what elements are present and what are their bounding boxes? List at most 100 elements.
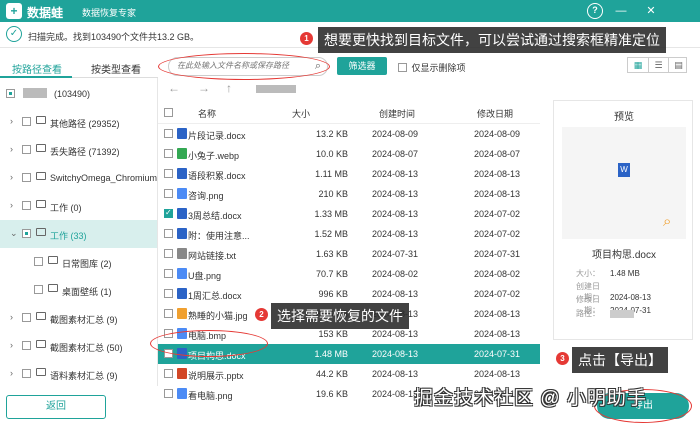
row-checkbox[interactable] (164, 249, 173, 258)
tree-node-label: 桌面壁纸 (1) (62, 287, 112, 297)
table-row[interactable]: 3周总结.docx 1.33 MB 2024-08-13 2024-07-02 (158, 204, 540, 224)
tree-node-checkbox[interactable] (22, 201, 31, 210)
forward-arrow-icon[interactable]: → (198, 81, 210, 95)
tree-node[interactable]: 日常图库 (2) (0, 248, 157, 276)
file-size: 1.52 MB (314, 229, 348, 239)
file-name: 网站链接.txt (188, 251, 237, 261)
filter-button[interactable]: 筛选器 (337, 57, 387, 75)
tree-node-label: 其他路径 (29352) (50, 119, 120, 129)
tree-node[interactable]: 桌面壁纸 (1) (0, 276, 157, 304)
file-modified: 2024-08-13 (474, 189, 521, 199)
table-row[interactable]: 1周汇总.docx 996 KB 2024-08-13 2024-07-02 (158, 284, 540, 304)
tree-node-checkbox[interactable] (6, 89, 15, 98)
pptx-file-icon (177, 368, 187, 379)
row-checkbox[interactable] (164, 389, 173, 398)
tree-node[interactable]: › SwitchyOmega_Chromium (0, 164, 157, 192)
row-checkbox[interactable] (164, 169, 173, 178)
tree-node[interactable]: ⌄ 工作 (33) (0, 220, 157, 248)
expand-arrow-icon[interactable]: › (10, 144, 13, 154)
tree-node[interactable]: › 其他路径 (29352) (0, 108, 157, 136)
row-checkbox[interactable] (164, 189, 173, 198)
up-arrow-icon[interactable]: ↑ (226, 81, 232, 95)
folder-icon (36, 368, 46, 376)
file-name: 说明展示.pptx (188, 371, 244, 381)
tree-node[interactable]: › 丢失路径 (71392) (0, 136, 157, 164)
row-checkbox[interactable] (164, 149, 173, 158)
file-name: 1周汇总.docx (188, 291, 242, 301)
column-modified[interactable]: 修改日期 (477, 107, 513, 120)
close-icon[interactable]: ✕ (643, 3, 659, 19)
column-size[interactable]: 大小 (292, 107, 310, 120)
row-checkbox[interactable] (164, 309, 173, 318)
tree-node[interactable]: › 语料素材汇总 (9) (0, 360, 157, 386)
preview-image: W ⌕ (562, 127, 686, 239)
row-checkbox[interactable] (164, 369, 173, 378)
view-tabs: 按路径查看 按类型查看 (0, 56, 158, 78)
tree-node-checkbox[interactable] (22, 229, 31, 238)
column-created[interactable]: 创建时间 (379, 107, 415, 120)
jpg-file-icon (177, 308, 187, 319)
file-created: 2024-08-09 (372, 129, 419, 139)
preview-size-value: 1.48 MB (610, 269, 640, 278)
table-row[interactable]: 附：使用注意... 1.52 MB 2024-08-13 2024-07-02 (158, 224, 540, 244)
step-2-badge: 2 (255, 308, 268, 321)
tree-node-checkbox[interactable] (34, 285, 43, 294)
row-checkbox[interactable] (164, 269, 173, 278)
folder-icon (48, 256, 58, 264)
tree-node[interactable]: › 工作 (0) (0, 192, 157, 220)
expand-arrow-icon[interactable]: › (10, 200, 13, 210)
tree-node-label: 丢失路径 (71392) (50, 147, 120, 157)
tree-node-checkbox[interactable] (22, 341, 31, 350)
back-arrow-icon[interactable]: ← (168, 81, 180, 95)
row-checkbox[interactable] (164, 208, 173, 218)
help-icon[interactable]: ? (587, 3, 603, 19)
tab-by-type[interactable]: 按类型查看 (91, 61, 141, 76)
grid-view-icon[interactable]: ▦ (628, 58, 648, 72)
folder-icon (36, 312, 46, 320)
tree-node-checkbox[interactable] (34, 257, 43, 266)
select-all-checkbox[interactable] (164, 108, 173, 117)
expand-arrow-icon[interactable]: › (10, 368, 13, 378)
back-button[interactable]: 返回 (6, 395, 106, 419)
expand-arrow-icon[interactable]: › (10, 116, 13, 126)
tree-node[interactable]: › 截图素材汇总 (9) (0, 304, 157, 332)
preview-path-label: 路径： (576, 309, 600, 318)
preview-panel: 预览 W ⌕ 项目构思.docx 大小： 1.48 MB 创建日期： 2024-08… (553, 100, 693, 340)
row-checkbox[interactable] (164, 229, 173, 238)
list-view-icon[interactable]: ☰ (648, 58, 668, 72)
preview-file-name: 项目构思.docx (592, 250, 656, 261)
zoom-magnifier-icon[interactable]: ⌕ (663, 213, 671, 230)
column-name[interactable]: 名称 (198, 107, 216, 120)
tree-node-checkbox[interactable] (22, 173, 31, 182)
expand-arrow-icon[interactable]: › (10, 340, 13, 350)
tree-node[interactable]: (103490) (0, 80, 157, 108)
search-highlight-oval (158, 53, 330, 80)
row-checkbox[interactable] (164, 289, 173, 298)
docx-file-icon (177, 288, 187, 299)
row-checkbox[interactable] (164, 129, 173, 138)
tree-node-checkbox[interactable] (22, 117, 31, 126)
collapse-arrow-icon[interactable]: ⌄ (10, 228, 18, 239)
detail-view-icon[interactable]: ▤ (668, 58, 688, 72)
file-created: 2024-08-13 (372, 369, 419, 379)
table-row[interactable]: 咨询.png 210 KB 2024-08-13 2024-08-13 (158, 184, 540, 204)
table-row[interactable]: U盘.png 70.7 KB 2024-08-02 2024-08-02 (158, 264, 540, 284)
expand-arrow-icon[interactable]: › (10, 312, 13, 322)
table-row[interactable]: 片段记录.docx 13.2 KB 2024-08-09 2024-08-09 (158, 124, 540, 144)
deleted-only-toggle[interactable]: 仅显示删除项 (398, 61, 466, 74)
table-row[interactable]: 小兔子.webp 10.0 KB 2024-08-07 2024-08-07 (158, 144, 540, 164)
folder-icon (36, 144, 46, 152)
table-row[interactable]: 说明展示.pptx 44.2 KB 2024-08-13 2024-08-13 (158, 364, 540, 384)
tree-node[interactable]: › 截图素材汇总 (50) (0, 332, 157, 360)
table-row[interactable]: 语段积累.docx 1.11 MB 2024-08-13 2024-08-13 (158, 164, 540, 184)
tab-by-path[interactable]: 按路径查看 (12, 61, 62, 76)
table-row[interactable]: 网站链接.txt 1.63 KB 2024-07-31 2024-07-31 (158, 244, 540, 264)
deleted-only-checkbox[interactable] (398, 63, 407, 72)
file-created: 2024-08-13 (372, 389, 419, 399)
tree-node-checkbox[interactable] (22, 313, 31, 322)
preview-size-row: 大小： 1.48 MB (562, 268, 640, 279)
tree-node-checkbox[interactable] (22, 145, 31, 154)
tree-node-checkbox[interactable] (22, 369, 31, 378)
minimize-icon[interactable]: — (613, 3, 629, 19)
expand-arrow-icon[interactable]: › (10, 172, 13, 182)
